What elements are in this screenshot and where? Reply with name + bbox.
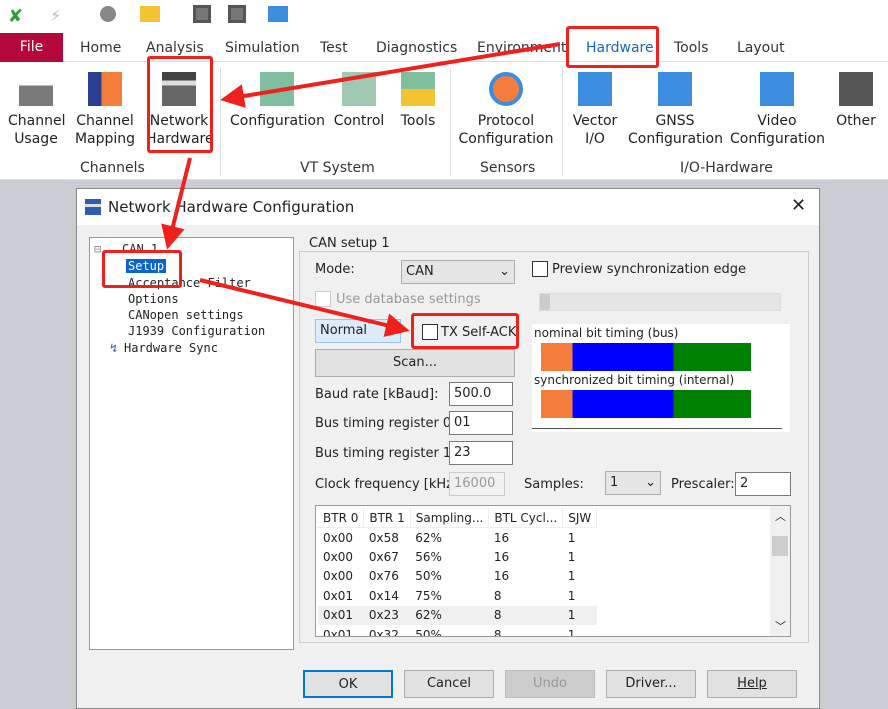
arrow [220,42,561,108]
arrow [161,157,192,250]
arrow [199,278,410,337]
annotation-arrows [161,42,561,337]
